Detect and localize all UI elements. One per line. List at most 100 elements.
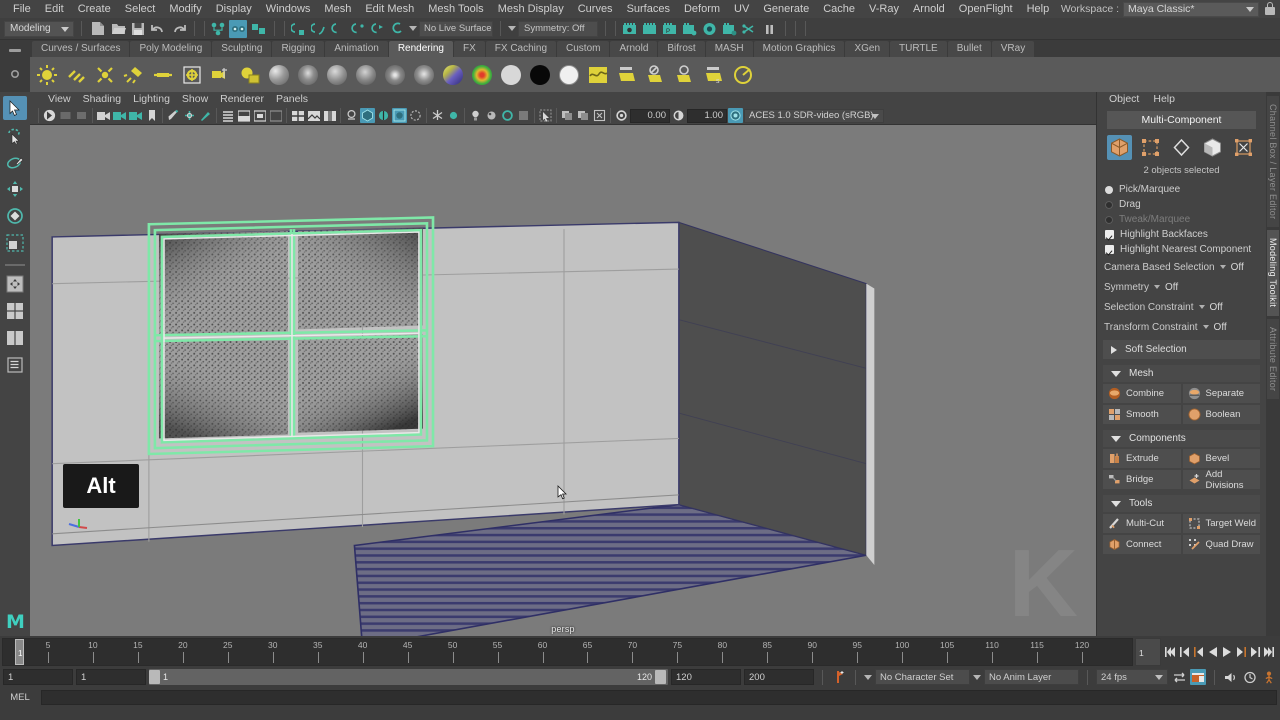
menu-item-edit[interactable]: Edit <box>38 0 71 18</box>
camera-sequencer-alt-icon[interactable] <box>128 108 143 123</box>
open-scene-icon[interactable] <box>109 20 127 38</box>
section-header-mesh[interactable]: Mesh <box>1103 365 1260 382</box>
chevron-down-icon[interactable] <box>508 26 516 31</box>
camera-icon[interactable] <box>208 62 233 87</box>
viewport-menu-renderer[interactable]: Renderer <box>214 92 270 107</box>
menu-item-arnold[interactable]: Arnold <box>906 0 952 18</box>
menu-item-cache[interactable]: Cache <box>816 0 862 18</box>
step-back-key-button[interactable] <box>1178 644 1191 660</box>
shelf-tab-mash[interactable]: MASH <box>705 41 753 57</box>
two-pane-layout[interactable] <box>3 326 27 350</box>
range-start-field[interactable]: 1 <box>3 669 73 685</box>
timeline-track[interactable]: 1 5 10 15 20 25 30 35 40 45 50 55 60 65 70 75 80 85 90 95 1… <box>2 638 1133 666</box>
quad-draw-button[interactable]: Quad Draw <box>1182 535 1260 554</box>
step-forward-frame-button[interactable] <box>1234 644 1247 660</box>
radio-pick-marquee[interactable]: Pick/Marquee <box>1097 182 1266 197</box>
show-batch-render-icon[interactable] <box>672 62 697 87</box>
redo-icon[interactable] <box>169 20 187 38</box>
render-current-frame-icon[interactable] <box>620 20 638 38</box>
bevel-button[interactable]: Bevel <box>1182 449 1260 468</box>
menu-item-file[interactable]: File <box>6 0 38 18</box>
scale-tool[interactable] <box>3 231 27 255</box>
step-forward-key-button[interactable] <box>1248 644 1261 660</box>
xray-icon[interactable] <box>182 108 197 123</box>
move-tool[interactable] <box>3 177 27 201</box>
audio-icon[interactable] <box>1223 669 1239 685</box>
shelf-tab-turtle[interactable]: TURTLE <box>890 41 947 57</box>
surface-shader-icon[interactable] <box>469 62 494 87</box>
texture-toggle-icon[interactable] <box>484 108 499 123</box>
gpu-cache-icon[interactable] <box>516 108 531 123</box>
view-cube-alt-icon[interactable] <box>576 108 591 123</box>
point-light-icon[interactable] <box>92 62 117 87</box>
checkbox-highlight-nearest-component[interactable]: Highlight Nearest Component <box>1097 242 1266 257</box>
character-icon[interactable] <box>1261 669 1277 685</box>
shadow-toggle-icon[interactable] <box>500 108 515 123</box>
flat-shade-icon[interactable] <box>268 108 283 123</box>
render-sequence-shelf-icon[interactable]: s <box>701 62 726 87</box>
multi-cut-button[interactable]: Multi-Cut <box>1103 514 1181 533</box>
panel-menu-help[interactable]: Help <box>1147 92 1181 107</box>
command-language-label[interactable]: MEL <box>3 692 37 703</box>
menu-item-surfaces[interactable]: Surfaces <box>620 0 677 18</box>
select-camera-icon[interactable] <box>42 108 57 123</box>
multisample-aa-icon[interactable] <box>392 108 407 123</box>
camera-attributes-icon[interactable] <box>58 108 73 123</box>
menu-item-generate[interactable]: Generate <box>756 0 816 18</box>
phonge-material-icon[interactable] <box>382 62 407 87</box>
shelf-tab-curves-surfaces[interactable]: Curves / Surfaces <box>32 41 130 57</box>
checkbox-highlight-backfaces[interactable]: Highlight Backfaces <box>1097 227 1266 242</box>
symmetry-field[interactable]: Symmetry: Off <box>518 20 598 37</box>
option-transform-constraint[interactable]: Transform Constraint Off <box>1097 317 1266 337</box>
option-symmetry[interactable]: Symmetry Off <box>1097 277 1266 297</box>
workspace-dropdown[interactable]: Maya Classic* <box>1123 1 1259 17</box>
radio-drag[interactable]: Drag <box>1097 197 1266 212</box>
snap-to-projected-center-icon[interactable] <box>349 20 367 38</box>
viewport-menu-view[interactable]: View <box>42 92 77 107</box>
animation-layer-icon[interactable] <box>1242 669 1258 685</box>
auto-keyframe-icon[interactable] <box>831 669 847 685</box>
light-toggle-icon[interactable] <box>468 108 483 123</box>
volume-light-icon[interactable] <box>179 62 204 87</box>
uv-mode-icon[interactable] <box>1231 135 1256 160</box>
menu-item-mesh-display[interactable]: Mesh Display <box>491 0 571 18</box>
depth-of-field-icon[interactable] <box>408 108 423 123</box>
chevron-down-icon[interactable] <box>409 26 417 31</box>
bookmark-icon[interactable] <box>144 108 159 123</box>
range-end-field[interactable]: 120 <box>671 669 741 685</box>
boolean-button[interactable]: Boolean <box>1182 405 1260 424</box>
outliner-layout[interactable] <box>3 353 27 377</box>
section-header-components[interactable]: Components <box>1103 430 1260 447</box>
menu-item-vray[interactable]: V-Ray <box>862 0 906 18</box>
viewport-3d[interactable]: persp Alt K <box>30 125 1096 636</box>
ipr-render-icon[interactable] <box>640 20 658 38</box>
play-forwards-button[interactable] <box>1220 644 1233 660</box>
range-slider-right-handle[interactable] <box>655 670 666 684</box>
shadows-icon[interactable] <box>344 108 359 123</box>
smooth-shade-selected-icon[interactable] <box>252 108 267 123</box>
snap-grid-tool[interactable] <box>3 272 27 296</box>
texture-shading-icon[interactable] <box>306 108 321 123</box>
current-frame-display[interactable]: 1 <box>1135 638 1161 666</box>
option-selection-constraint[interactable]: Selection Constraint Off <box>1097 297 1266 317</box>
shelf-tab-bifrost[interactable]: Bifrost <box>658 41 705 57</box>
vtab-modeling-toolkit[interactable]: Modeling Toolkit <box>1267 230 1279 316</box>
lock-icon[interactable] <box>1263 2 1276 16</box>
menu-item-create[interactable]: Create <box>71 0 118 18</box>
menu-item-mesh[interactable]: Mesh <box>317 0 358 18</box>
menu-item-select[interactable]: Select <box>118 0 163 18</box>
menu-item-mesh-tools[interactable]: Mesh Tools <box>421 0 490 18</box>
gamma-field[interactable]: 1.00 <box>687 108 727 123</box>
panel-menu-object[interactable]: Object <box>1103 92 1145 107</box>
chevron-down-icon[interactable] <box>864 674 872 680</box>
anim-layer-field[interactable]: No Anim Layer <box>984 669 1079 685</box>
section-header-tools[interactable]: Tools <box>1103 495 1260 512</box>
isolate-select-icon[interactable] <box>430 108 445 123</box>
snap-to-view-plane-icon[interactable] <box>369 20 387 38</box>
menu-item-curves[interactable]: Curves <box>571 0 620 18</box>
range-slider[interactable]: 1 120 <box>149 669 668 685</box>
viewport-menu-lighting[interactable]: Lighting <box>127 92 176 107</box>
save-scene-icon[interactable] <box>129 20 147 38</box>
combine-button[interactable]: Combine <box>1103 384 1181 403</box>
color-space-dropdown[interactable]: ACES 1.0 SDR-video (sRGB) <box>744 108 884 123</box>
